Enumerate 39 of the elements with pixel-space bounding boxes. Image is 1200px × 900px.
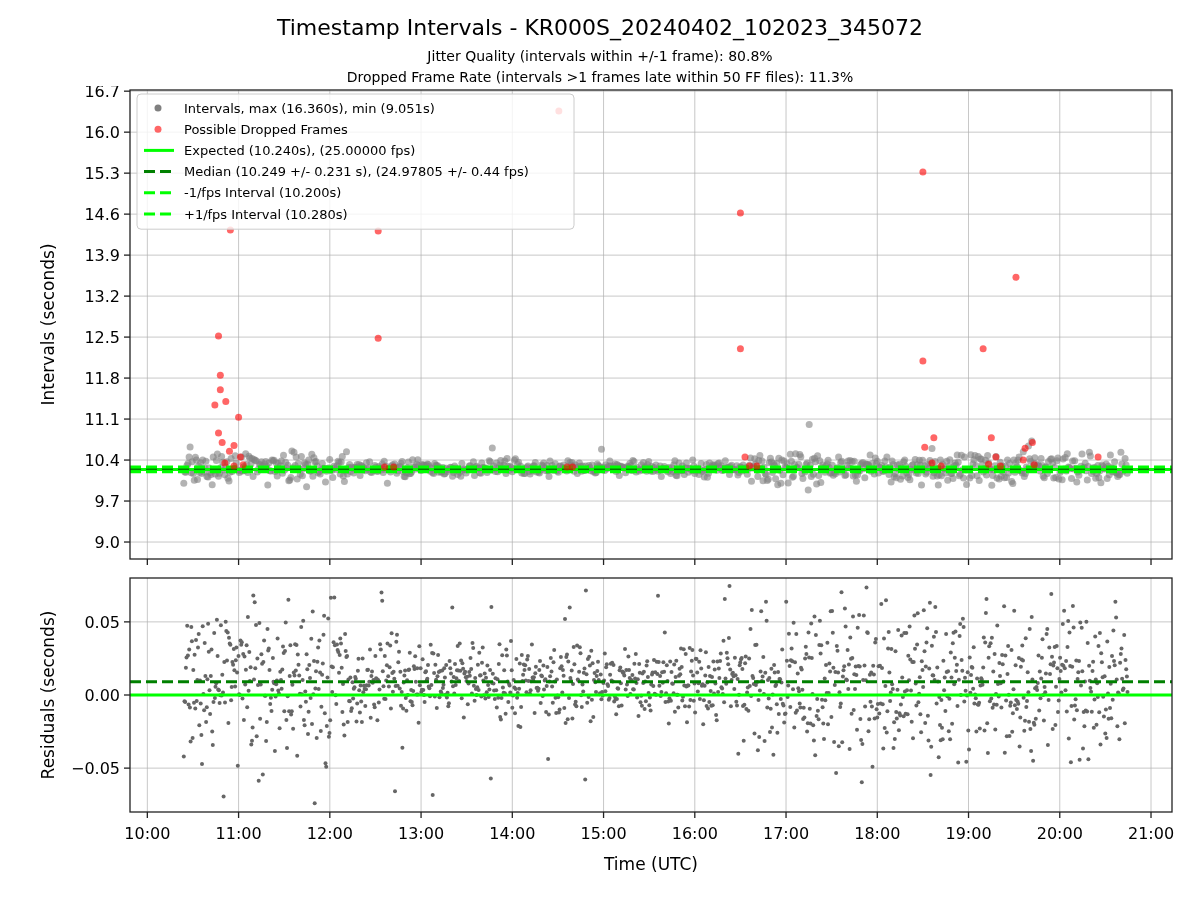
y-axis-label: Intervals (seconds) (38, 243, 58, 406)
axis-tick-label: 20:00 (1036, 824, 1083, 843)
axis-tick-label: 11:00 (215, 824, 262, 843)
axis-tick-label: 0.00 (84, 686, 120, 705)
chart-subtitle: Jitter Quality (intervals within +/-1 frame): 80.8% (427, 47, 773, 66)
axis-tick-label: 12:00 (306, 824, 353, 843)
axis-tick-label: 18:00 (854, 824, 901, 843)
axis-tick-label: 12.5 (84, 328, 120, 348)
axis-tick-label: 0.05 (84, 612, 120, 632)
axis-tick-label: 9.0 (94, 533, 120, 552)
axis-tick-label: 15.3 (84, 164, 120, 184)
legend-label: Median (10.249 +/- 0.231 s), (24.97805 +/- 0.44 fps) (184, 164, 529, 180)
axis-tick-label: 16.7 (84, 86, 120, 102)
axis-tick-label: 13.2 (84, 287, 120, 307)
axis-tick-label: 16:00 (671, 824, 718, 843)
axis-tick-label: 11.1 (84, 410, 120, 430)
axis-tick-label: 9.7 (94, 492, 120, 512)
legend-label: Expected (10.240s), (25.00000 fps) (184, 142, 416, 158)
axis-tick-label: 13:00 (398, 824, 445, 843)
legend-label: Intervals, max (16.360s), min (9.051s) (184, 100, 435, 116)
axis-tick-label: 10.4 (84, 451, 120, 471)
axis-tick-label: 14:00 (489, 824, 536, 843)
axis-tick-label: 13.9 (84, 246, 120, 266)
figure-title: Timestamp Intervals - KR000S_20240402_102023_345072 (276, 14, 923, 42)
axis-tick-label: 14.6 (84, 205, 120, 225)
axis-tick-label: 16.0 (84, 123, 120, 143)
legend-label: -1/fps Interval (10.200s) (184, 185, 342, 201)
axis-tick-label: 21:00 (1127, 824, 1175, 843)
y-axis-label: Residuals (seconds) (38, 610, 58, 780)
x-axis-label: Time (UTC) (604, 854, 698, 874)
axis-tick-label: 19:00 (945, 824, 992, 843)
axis-tick-label: 10:00 (124, 824, 171, 843)
axis-tick-label: 11.8 (84, 369, 120, 389)
axis-tick-label: 17:00 (763, 824, 810, 843)
axis-tick-label: 15:00 (580, 824, 627, 843)
chart-subtitle: Dropped Frame Rate (intervals >1 frames late within 50 FF files): 11.3% (346, 68, 854, 87)
legend-label: Possible Dropped Frames (184, 121, 348, 137)
axis-tick-label: −0.05 (70, 759, 120, 779)
legend-label: +1/fps Interval (10.280s) (184, 206, 348, 222)
